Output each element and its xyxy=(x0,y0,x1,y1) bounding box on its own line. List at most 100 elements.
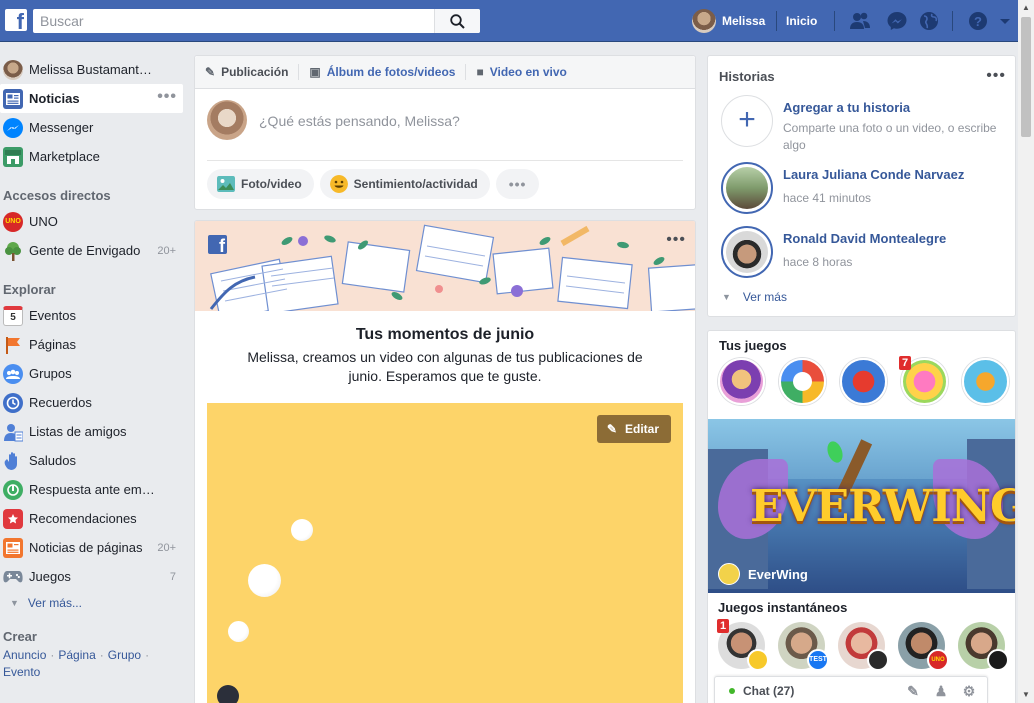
instant-game-item[interactable] xyxy=(958,622,1009,671)
divider xyxy=(298,64,300,80)
sidebar-item-respuesta-ante-emergencias[interactable]: Respuesta ante em… xyxy=(0,475,185,504)
sidebar-item-uno[interactable]: UNO UNO xyxy=(0,207,185,236)
instant-game-item[interactable]: TEST xyxy=(778,622,829,671)
feeling-activity-button[interactable]: Sentimiento/actividad xyxy=(319,169,490,199)
photo-album-icon: ▣ xyxy=(309,65,321,79)
composer-tabs: ✎ Publicación ▣ Álbum de fotos/videos ■ … xyxy=(195,56,695,89)
pool-game-icon xyxy=(987,649,1009,671)
sidebar-item-gente-de-envigado[interactable]: Gente de Envigado 20+ xyxy=(0,236,185,265)
sidebar-item-juegos[interactable]: Juegos 7 xyxy=(0,562,185,591)
pencil-icon: ✎ xyxy=(205,65,216,79)
sidebar-item-grupos[interactable]: Grupos xyxy=(0,359,185,388)
sidebar-item-recomendaciones[interactable]: Recomendaciones xyxy=(0,504,185,533)
more-options-icon[interactable]: ••• xyxy=(157,88,177,106)
notifications-globe-icon[interactable] xyxy=(918,11,940,31)
create-ad-link[interactable]: Anuncio xyxy=(3,648,46,662)
story-item[interactable]: Ronald David Montealegre hace 8 horas xyxy=(719,224,1009,280)
create-event-link[interactable]: Evento xyxy=(3,665,40,679)
tab-album[interactable]: ▣ Álbum de fotos/videos xyxy=(309,65,455,79)
sidebar-item-label: Grupos xyxy=(29,366,72,381)
notification-count: 20+ xyxy=(157,244,176,257)
separator-dot: · xyxy=(99,648,104,662)
account-menu-icon[interactable] xyxy=(999,11,1011,31)
friend-requests-icon[interactable] xyxy=(849,11,871,31)
home-link[interactable]: Inicio xyxy=(786,14,817,28)
instant-game-item[interactable] xyxy=(838,622,889,671)
sidebar-item-noticias-de-paginas[interactable]: Noticias de páginas 20+ xyxy=(0,533,185,562)
games-header: Tus juegos xyxy=(719,338,787,353)
story-item[interactable]: Laura Juliana Conde Narvaez hace 41 minu… xyxy=(719,160,1009,216)
tab-live-video[interactable]: ■ Video en vivo xyxy=(476,65,566,79)
sidebar-item-profile[interactable]: Melissa Bustamant… xyxy=(0,55,185,84)
candy-game-icon[interactable] xyxy=(840,358,887,405)
new-group-icon[interactable]: ♟ xyxy=(933,683,949,699)
chat-bar[interactable]: Chat (27) ✎ ♟ ⚙ xyxy=(714,676,988,703)
avatar xyxy=(207,100,247,140)
compose-message-icon[interactable]: ✎ xyxy=(905,683,921,699)
group-tree-icon xyxy=(3,241,23,261)
chat-label: Chat (27) xyxy=(743,683,795,698)
separator-dot: · xyxy=(145,648,150,662)
memories-clock-icon xyxy=(3,392,23,413)
chevron-down-icon: ▼ xyxy=(722,292,731,302)
sidebar-item-label: Respuesta ante em… xyxy=(29,482,155,497)
instant-game-item[interactable]: UNO xyxy=(898,622,949,671)
sidebar-item-saludos[interactable]: Saludos xyxy=(0,446,185,475)
see-more-link[interactable]: ▼ Ver más... xyxy=(0,591,185,615)
search-button[interactable] xyxy=(434,9,480,33)
sidebar-item-messenger[interactable]: Messenger xyxy=(0,113,185,142)
gear-icon[interactable]: ⚙ xyxy=(961,683,977,699)
add-story-item[interactable]: + Agregar a tu historia Comparte una fot… xyxy=(719,93,1009,152)
tab-label: Álbum de fotos/videos xyxy=(326,65,456,79)
scroll-up-icon[interactable]: ▲ xyxy=(1022,3,1030,12)
tab-publicacion[interactable]: ✎ Publicación xyxy=(205,65,288,79)
help-icon[interactable]: ? xyxy=(967,11,989,31)
calendar-illustration xyxy=(209,224,695,311)
more-actions-button[interactable]: ••• xyxy=(495,169,540,199)
game-icon[interactable] xyxy=(779,358,826,405)
edit-video-button[interactable]: ✎ Editar xyxy=(596,415,671,443)
scrollbar-thumb[interactable] xyxy=(1021,17,1031,137)
more-options-icon[interactable]: ••• xyxy=(666,231,686,249)
profile-link[interactable]: Melissa xyxy=(692,9,765,33)
facebook-logo-icon[interactable]: f xyxy=(5,9,27,31)
photo-video-button[interactable]: Foto/video xyxy=(207,169,314,199)
avatar xyxy=(692,9,716,33)
create-group-link[interactable]: Grupo xyxy=(108,648,141,662)
instant-game-item[interactable]: 1 xyxy=(717,619,769,671)
composer-actions: Foto/video Sentimiento/actividad ••• xyxy=(195,161,695,207)
status-input[interactable]: ¿Qué estás pensando, Melissa? xyxy=(259,113,460,129)
memory-subtitle: Melissa, creamos un video con algunas de… xyxy=(247,349,643,384)
more-options-icon[interactable]: ••• xyxy=(986,67,1006,85)
sidebar-item-recuerdos[interactable]: Recuerdos xyxy=(0,388,185,417)
candy-soda-game-icon[interactable]: 7 xyxy=(899,356,948,405)
messenger-icon[interactable] xyxy=(886,11,908,31)
scroll-down-icon[interactable]: ▼ xyxy=(1022,690,1030,699)
search-input[interactable] xyxy=(33,9,423,33)
farm-game-icon[interactable] xyxy=(962,358,1009,405)
online-status-dot xyxy=(729,687,735,694)
explore-header: Explorar xyxy=(3,282,56,297)
avatar xyxy=(3,59,23,80)
page-scrollbar[interactable]: ▲ ▼ xyxy=(1018,0,1034,703)
sidebar-item-listas-de-amigos[interactable]: Listas de amigos xyxy=(0,417,185,446)
tab-label: Publicación xyxy=(221,65,289,79)
section-header: Explorar xyxy=(0,265,185,301)
sidebar-item-marketplace[interactable]: Marketplace xyxy=(0,142,185,171)
sidebar-item-paginas[interactable]: Páginas xyxy=(0,330,185,359)
memory-video[interactable]: ✎ Editar xyxy=(207,403,683,703)
profile-name: Melissa xyxy=(722,14,766,28)
sidebar-item-eventos[interactable]: 5 Eventos xyxy=(0,301,185,330)
everwing-banner[interactable]: EVERWING EverWing xyxy=(708,419,1015,593)
everwing-icon xyxy=(718,563,740,585)
games-row: 7 xyxy=(718,356,1015,405)
story-avatar xyxy=(721,226,773,278)
game-icon[interactable] xyxy=(718,358,765,405)
game-icon: TEST xyxy=(807,649,829,671)
see-more-stories-link[interactable]: ▼ Ver más xyxy=(722,290,787,304)
plus-icon: + xyxy=(738,103,756,136)
sidebar-item-label: Juegos xyxy=(29,569,71,584)
create-page-link[interactable]: Página xyxy=(58,648,95,662)
sidebar-item-label: Marketplace xyxy=(29,149,100,164)
sidebar-item-news-feed[interactable]: Noticias ••• xyxy=(0,84,183,113)
